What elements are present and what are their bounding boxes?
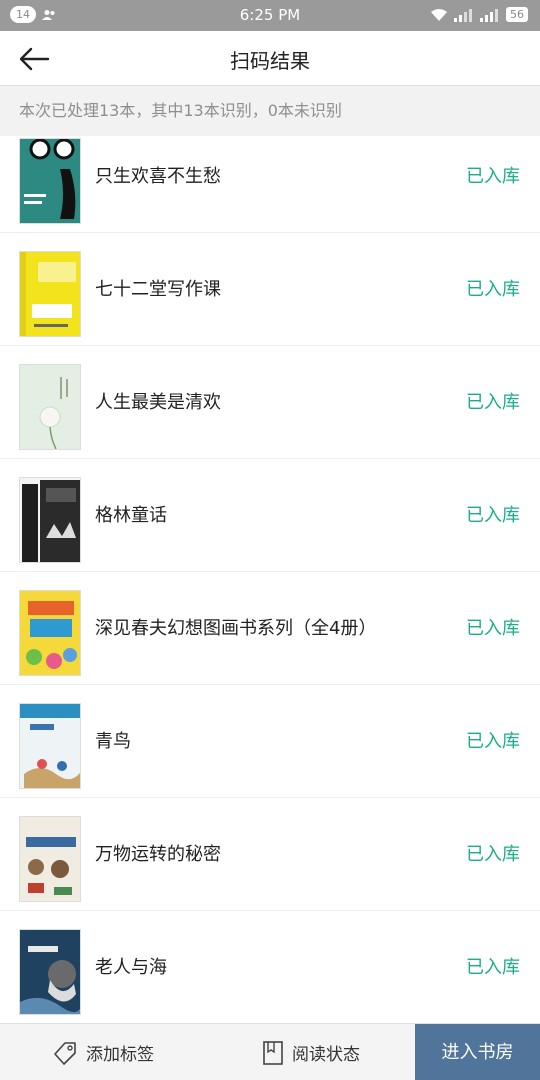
tag-icon: [54, 1041, 76, 1065]
book-row[interactable]: 万物运转的秘密 已入库: [0, 798, 540, 911]
book-title: 人生最美是清欢: [95, 392, 221, 413]
status-bar: 14 6:25 PM 56: [0, 0, 540, 31]
status-right: 56: [430, 7, 528, 22]
book-status: 已入库: [466, 957, 520, 978]
book-title: 老人与海: [95, 957, 167, 978]
book-status: 已入库: [466, 279, 520, 300]
scan-summary: 本次已处理13本，其中13本识别，0本未识别: [0, 86, 540, 136]
book-cover-image: [19, 816, 81, 902]
book-row[interactable]: 七十二堂写作课 已入库: [0, 233, 540, 346]
book-cover-image: [19, 251, 81, 337]
book-status: 已入库: [466, 618, 520, 639]
enter-study-button[interactable]: 进入书房: [415, 1024, 540, 1080]
add-tag-label: 添加标签: [86, 1045, 154, 1065]
book-row[interactable]: 只生欢喜不生愁 已入库: [0, 136, 540, 233]
book-status: 已入库: [466, 392, 520, 413]
app-header: 扫码结果: [0, 31, 540, 86]
book-list: 只生欢喜不生愁 已入库 七十二堂写作课 已入库 人生最美是清欢 已入库 格林童话…: [0, 136, 540, 1023]
book-cover-image: [19, 590, 81, 676]
book-row[interactable]: 人生最美是清欢 已入库: [0, 346, 540, 459]
add-tag-button[interactable]: 添加标签: [52, 1024, 154, 1080]
wifi-icon: [431, 8, 447, 21]
reading-status-label: 阅读状态: [292, 1045, 360, 1065]
book-icon: [263, 1040, 283, 1065]
bottom-action-bar: 添加标签 阅读状态 进入书房: [0, 1023, 540, 1080]
book-title: 只生欢喜不生愁: [95, 166, 221, 187]
book-status: 已入库: [466, 166, 520, 187]
book-cover-image: [19, 929, 81, 1015]
book-title: 格林童话: [95, 505, 167, 526]
book-status: 已入库: [466, 844, 520, 865]
book-status: 已入库: [466, 505, 520, 526]
signal-icon: [454, 8, 472, 22]
book-status: 已入库: [466, 731, 520, 752]
book-row[interactable]: 格林童话 已入库: [0, 459, 540, 572]
book-cover-image: [19, 364, 81, 450]
book-title: 青鸟: [95, 731, 131, 752]
signal-icon-2: [480, 8, 498, 22]
book-title: 万物运转的秘密: [95, 844, 221, 865]
book-row[interactable]: 深见春夫幻想图画书系列（全4册） 已入库: [0, 572, 540, 685]
book-row[interactable]: 老人与海 已入库: [0, 911, 540, 1023]
page-title: 扫码结果: [230, 49, 310, 73]
book-cover-image: [19, 703, 81, 789]
reading-status-button[interactable]: 阅读状态: [262, 1024, 360, 1080]
book-row[interactable]: 青鸟 已入库: [0, 685, 540, 798]
book-title: 深见春夫幻想图画书系列（全4册）: [95, 618, 377, 639]
book-cover-image: [19, 477, 81, 563]
book-title: 七十二堂写作课: [95, 279, 221, 300]
book-cover-image: [19, 138, 81, 224]
battery-indicator: 56: [506, 7, 528, 22]
